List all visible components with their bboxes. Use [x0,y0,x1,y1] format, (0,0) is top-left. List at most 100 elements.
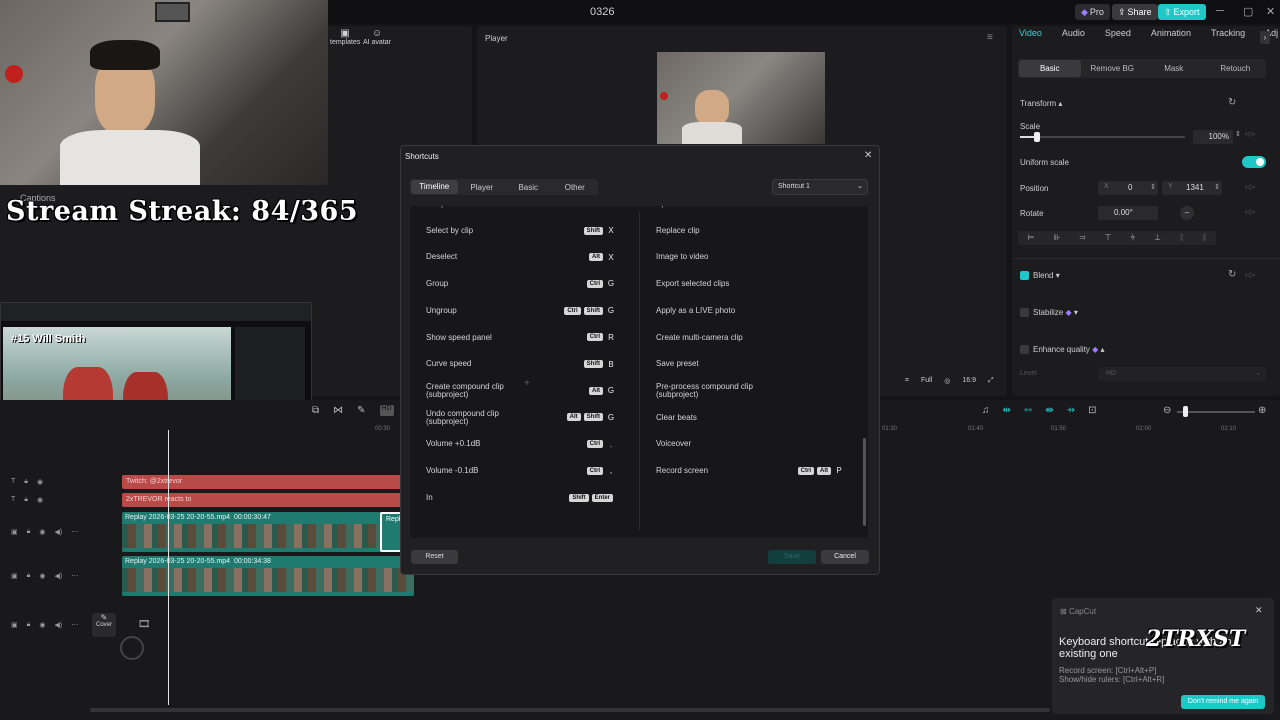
list-scrollbar[interactable] [863,438,866,526]
shortcut-row[interactable]: Curve speed [426,360,471,368]
distribute-v-icon[interactable]: ⫼ [1203,231,1207,245]
shortcut-row[interactable]: Clear beats [656,413,697,422]
tab-other[interactable]: Other [552,183,599,192]
speaker-icon[interactable]: ◀︎) [54,528,62,536]
pro-badge[interactable]: ◆ Pro [1075,4,1110,20]
keyframe-icon[interactable]: ‹◇› [1245,271,1255,279]
preview-axis-icon[interactable]: ⇸ [1067,405,1075,416]
dont-remind-button[interactable]: Don't remind me again [1181,695,1265,709]
save-button[interactable]: Save [768,550,816,564]
close-icon[interactable]: ✕ [864,150,872,161]
zoom-slider[interactable] [1177,411,1255,413]
zoom-slider-handle[interactable] [1183,406,1188,417]
shortcut-row[interactable]: Image to video [656,253,708,261]
shortcut-row[interactable]: Volume -0.1dB [426,467,478,475]
reset-button[interactable]: Reset [411,550,458,564]
shortcut-row[interactable]: Record screen [656,467,708,475]
subtab-remove-bg[interactable]: Remove BG [1082,64,1144,73]
more-icon[interactable]: ⋯ [71,528,78,536]
rotate-input[interactable]: 0.00° [1098,206,1158,220]
preset-select[interactable]: Shortcut 1 ⌄ [772,179,868,195]
position-x-input[interactable]: X 0 ⇕ [1098,181,1158,195]
shortcut-keys[interactable]: Ctrl Alt P [797,466,844,475]
video-clip-2[interactable]: Replay 2026-03-25 20-20-55.mp4 00:00:34:… [122,556,414,596]
export-button[interactable]: ⇧ Export [1158,4,1206,20]
scale-input[interactable]: 100% [1193,130,1233,144]
close-window-button[interactable]: ✕ [1266,5,1275,18]
freeze-icon[interactable]: ⧉ [312,405,319,416]
expand-icon[interactable]: ⤢ [988,377,994,385]
stepper-icon[interactable]: ⇕ [1214,183,1220,191]
link-icon[interactable]: ⇿ [1024,405,1032,416]
scale-slider-track[interactable] [1020,136,1185,138]
stabilize-label[interactable]: Stabilize ◆ ▾ [1033,308,1078,317]
text-clip-twitch[interactable]: Twitch: @2xtrevor [122,475,404,489]
shortcut-row[interactable]: Pre-process compound clip (subproject) [656,382,753,399]
tab-audio[interactable]: Audio [1062,28,1085,48]
tab-video[interactable]: Video [1019,28,1042,48]
stabilize-checkbox[interactable] [1020,308,1029,317]
shortcut-keys[interactable]: Shift X [583,226,616,235]
eye-icon[interactable]: ◉ [37,496,43,504]
fullscreen-quality-icon[interactable]: Full [921,377,932,385]
speaker-icon[interactable]: ◀︎) [54,621,62,629]
shortcut-keys[interactable]: Shift B [583,359,616,369]
tab-basic[interactable]: Basic [505,183,552,192]
shortcut-row[interactable]: Create multi-camera clip [656,333,743,342]
shortcut-row[interactable]: Ungroup [426,306,457,315]
shortcut-row[interactable]: Group [426,280,448,288]
shortcut-row[interactable]: Create compound clip (subproject) [426,382,504,399]
lock-icon[interactable]: 🔒︎ [24,478,28,486]
tab-speed[interactable]: Speed [1105,28,1131,48]
lock-icon[interactable]: 🔒︎ [27,621,31,629]
share-button[interactable]: ⇪ Share [1112,4,1158,20]
reset-icon[interactable]: ↻ [1228,269,1236,280]
shortcut-keys[interactable]: Ctrl. [586,439,616,449]
shortcut-row[interactable]: Undo compound clip (subproject) [426,409,499,426]
timeline-scrollbar[interactable] [90,708,1050,712]
tab-animation[interactable]: Animation [1151,28,1191,48]
align-middle-icon[interactable]: ⫩ [1130,231,1135,245]
hd-icon[interactable]: HD [379,405,394,416]
templates-tab[interactable]: ▣ templates [330,28,360,46]
magnet-icon[interactable]: ⇹ [1003,405,1011,416]
transform-label[interactable]: Transform ▴ [1020,99,1062,108]
shortcut-row[interactable]: Deselect [426,253,457,261]
enhance-checkbox[interactable] [1020,345,1029,354]
keyframe-icon[interactable]: ‹◇› [1245,208,1255,216]
keyframe-icon[interactable]: ‹◇› [1245,130,1255,138]
align-right-icon[interactable]: ⫤ [1079,231,1085,245]
shortcut-row[interactable]: Out point [426,206,458,208]
tab-player[interactable]: Player [459,183,506,192]
shortcut-row[interactable]: Split scenes [656,206,699,208]
lock-icon[interactable]: 🔒︎ [24,496,28,504]
shortcut-keys[interactable]: Ctrl G [586,279,616,288]
more-icon[interactable]: ⋯ [71,621,78,629]
stepper-icon[interactable]: ⇕ [1150,183,1156,191]
text-clip-reacts[interactable]: 2xTREVOR reacts to [122,493,404,507]
video-clip-1[interactable]: Replay 2026-03-25 20-20-55.mp4 00:00:30:… [122,512,414,552]
more-icon[interactable]: ⋯ [71,572,78,580]
tab-tracking[interactable]: Tracking [1211,28,1245,48]
enhance-label[interactable]: Enhance quality ◆ ▴ [1033,345,1105,354]
shortcut-keys[interactable]: O [606,206,616,208]
caption-icon[interactable]: ⊡ [1088,405,1096,416]
reset-icon[interactable]: ↻ [1228,97,1236,108]
zoom-out-icon[interactable]: ⊖ [1163,405,1171,416]
shortcut-keys[interactable]: Alt G [589,386,616,395]
shortcut-row[interactable]: Voiceover [656,440,691,448]
lock-icon[interactable]: 🔒︎ [27,528,31,536]
blend-label[interactable]: Blend ▾ [1033,271,1060,280]
level-select[interactable]: HD ⌄ [1098,367,1266,381]
shortcut-keys[interactable]: Alt X [589,252,616,262]
maximize-button[interactable]: ▢ [1243,5,1253,18]
speaker-icon[interactable]: ◀︎) [54,572,62,580]
zoom-in-icon[interactable]: ⊕ [1258,405,1266,416]
distribute-h-icon[interactable]: ⫼ [1180,231,1184,245]
ratio-button[interactable]: 16:9 [962,377,976,385]
shortcut-row[interactable]: Volume +0.1dB [426,440,480,448]
crop-icon[interactable]: ⌗ [905,377,909,385]
snap-icon[interactable]: ⇼ [1045,405,1053,416]
rotate-dial-icon[interactable]: – [1180,206,1194,220]
mic-icon[interactable]: ♫ [982,405,990,416]
